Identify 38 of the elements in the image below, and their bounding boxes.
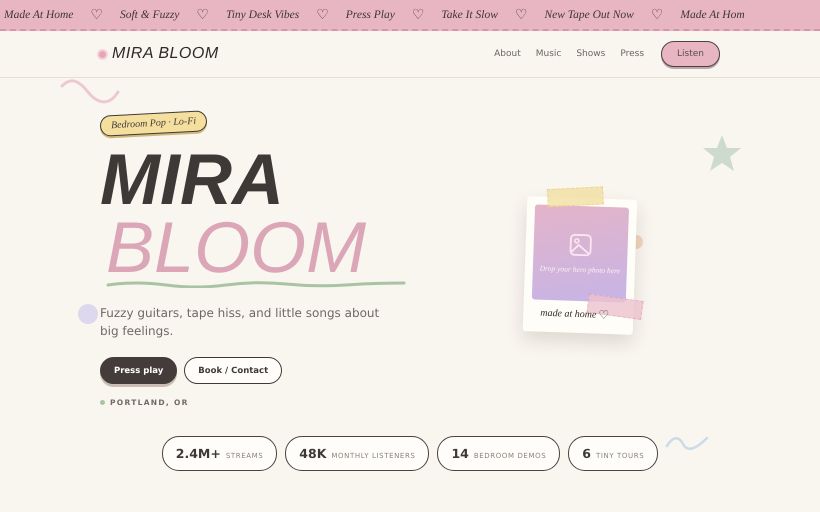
heart-glyph: ♡ (196, 6, 209, 22)
listen-button[interactable]: Listen (661, 41, 720, 67)
ticker-text: Press Play (346, 8, 395, 20)
ticker-text: Soft & Fuzzy (120, 8, 180, 20)
logo-dot-icon (97, 48, 108, 60)
star-doodle (702, 134, 742, 172)
image-icon (568, 232, 594, 258)
heart-glyph: ♡ (412, 6, 424, 22)
play-button[interactable]: Press play (100, 357, 178, 384)
ticker-text: New Tape Out Now (544, 8, 634, 20)
tape-strip (546, 186, 604, 208)
nav-link[interactable]: Shows (576, 49, 606, 59)
heart-glyph: ♡ (90, 6, 103, 22)
site-logo[interactable]: MIRA BLOOM (112, 45, 219, 63)
nav-link[interactable]: About (494, 49, 521, 59)
ticker-text: Made At Home (4, 8, 74, 20)
heart-glyph: ♡ (316, 6, 329, 22)
ticker-text: Tiny Desk Vibes (226, 8, 300, 20)
squiggle-doodle (665, 434, 709, 452)
stat-value: 6 (582, 446, 591, 461)
stat-value: 48K (299, 446, 326, 461)
heart-glyph: ♡ (598, 308, 610, 322)
dot-doodle (78, 304, 98, 324)
stat-value: 2.4M+ (176, 446, 221, 461)
ticker-text: Take It Slow (441, 8, 498, 20)
contact-button[interactable]: Book / Contact (184, 357, 282, 384)
nav-link[interactable]: Music (536, 49, 562, 59)
genre-tag: Bedroom Pop · Lo-Fi (100, 110, 208, 137)
location-dot-icon (100, 400, 105, 405)
stat-value: 14 (451, 446, 469, 461)
hero-title: BLOOM (106, 216, 368, 280)
polaroid-caption: made at home (540, 307, 597, 320)
nav-link[interactable]: Press (620, 49, 644, 59)
ticker-text: Made At Hom (680, 8, 745, 20)
heart-glyph: ♡ (514, 6, 528, 22)
heart-glyph: ♡ (650, 6, 664, 22)
hero-title: MIRA (100, 144, 285, 216)
tagline: Fuzzy guitars, tape hiss, and little songs about big feelings. (100, 305, 380, 340)
